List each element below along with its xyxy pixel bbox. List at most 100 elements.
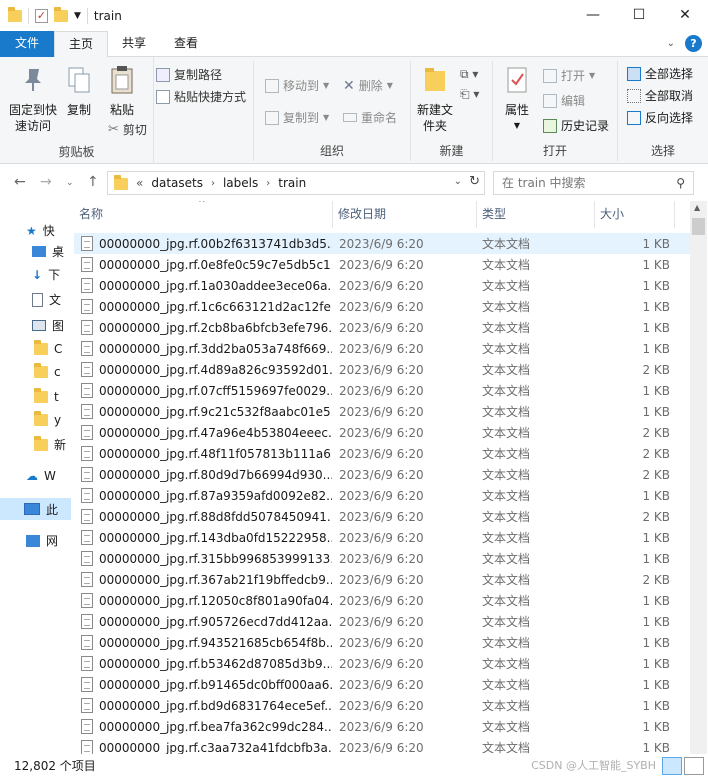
- edit-button[interactable]: 编辑: [543, 92, 585, 109]
- copy-button[interactable]: 复制: [62, 65, 96, 118]
- breadcrumb-train[interactable]: train: [278, 176, 306, 190]
- help-icon[interactable]: ?: [685, 35, 702, 52]
- table-row[interactable]: 00000000_jpg.rf.367ab21f19bffedcb9... 202…: [74, 569, 690, 590]
- chevron-down-icon[interactable]: ▼: [74, 11, 81, 21]
- scroll-thumb[interactable]: [692, 218, 705, 235]
- table-row[interactable]: 00000000_jpg.rf.bea7fa362c99dc284... 2023…: [74, 716, 690, 737]
- file-size: 1 KB: [642, 698, 670, 713]
- tab-view[interactable]: 查看: [160, 31, 212, 57]
- delete-button[interactable]: ✕ 删除 ▼: [343, 77, 393, 94]
- file-type: 文本文档: [482, 699, 531, 713]
- table-row[interactable]: 00000000_jpg.rf.87a9359afd0092e82... 2023…: [74, 485, 690, 506]
- vertical-scrollbar[interactable]: ▲: [690, 201, 707, 754]
- tab-file[interactable]: 文件: [0, 31, 55, 57]
- chevron-down-icon[interactable]: ⌄: [667, 38, 675, 49]
- table-row[interactable]: 00000000_jpg.rf.315bb996853999133... 2023…: [74, 548, 690, 569]
- table-row[interactable]: 00000000_jpg.rf.b91465dc0bff000aa6... 202…: [74, 674, 690, 695]
- nav-folder-y[interactable]: y: [34, 411, 61, 427]
- table-row[interactable]: 00000000_jpg.rf.47a96e4b53804eeec... 2023…: [74, 422, 690, 443]
- file-date: 2023/6/9 6:20: [339, 446, 424, 461]
- open-button[interactable]: 打开 ▼: [543, 67, 595, 84]
- table-row[interactable]: 00000000_jpg.rf.07cff5159697fe0029... 202…: [74, 380, 690, 401]
- large-icons-view-button[interactable]: [684, 757, 704, 775]
- table-row[interactable]: 00000000_jpg.rf.1a030addee3ece06a... 2023…: [74, 275, 690, 296]
- address-bar[interactable]: « datasets › labels › train ⌄ ↻: [107, 171, 485, 195]
- table-row[interactable]: 00000000_jpg.rf.00b2f6313741db3d5... 2023…: [74, 233, 690, 254]
- table-row[interactable]: 00000000_jpg.rf.1c6c663121d2ac12fe... 202…: [74, 296, 690, 317]
- nav-folder-c[interactable]: C: [34, 340, 62, 356]
- history-button[interactable]: 历史记录: [543, 117, 609, 134]
- chevron-right-icon[interactable]: ›: [211, 178, 215, 189]
- column-name[interactable]: 名称: [74, 201, 333, 228]
- copy-to-button[interactable]: 复制到 ▼: [265, 109, 329, 126]
- column-type[interactable]: 类型: [477, 201, 595, 228]
- column-date-modified[interactable]: 修改日期: [333, 201, 477, 228]
- column-size[interactable]: 大小: [595, 201, 675, 228]
- paste-shortcut-button[interactable]: 粘贴快捷方式: [156, 88, 246, 105]
- nav-folder-c2[interactable]: c: [34, 363, 61, 379]
- invert-selection-icon: [627, 110, 641, 125]
- table-row[interactable]: 00000000_jpg.rf.bd9d6831764ece5ef... 2023…: [74, 695, 690, 716]
- breadcrumb-labels[interactable]: labels: [223, 176, 258, 190]
- details-view-button[interactable]: [662, 757, 682, 775]
- recent-locations-button[interactable]: ⌄: [66, 178, 74, 188]
- breadcrumb-datasets[interactable]: datasets: [151, 176, 203, 190]
- rename-button[interactable]: 重命名: [343, 109, 397, 126]
- new-folder-quick-icon[interactable]: [54, 6, 68, 22]
- table-row[interactable]: 00000000_jpg.rf.943521685cb654f8b... 2023…: [74, 632, 690, 653]
- table-row[interactable]: 00000000_jpg.rf.b53462d87085d3b9... 2023/…: [74, 653, 690, 674]
- table-row[interactable]: 00000000_jpg.rf.4d89a826c93592d01... 2023…: [74, 359, 690, 380]
- new-folder-button[interactable]: 新建文件夹: [412, 65, 458, 134]
- nav-folder-t[interactable]: t: [34, 388, 59, 404]
- scroll-up-icon[interactable]: ▲: [694, 203, 700, 212]
- tab-home[interactable]: 主页: [54, 31, 109, 58]
- nav-folder-new[interactable]: 新: [34, 435, 66, 453]
- select-none-button[interactable]: 全部取消: [627, 87, 693, 104]
- breadcrumb-overflow[interactable]: «: [136, 176, 143, 190]
- table-row[interactable]: 00000000_jpg.rf.c3aa732a41fdcbfb3a... 202…: [74, 737, 690, 754]
- nav-desktop[interactable]: 桌: [32, 243, 64, 260]
- tab-share[interactable]: 共享: [108, 31, 160, 57]
- properties-quick-icon[interactable]: ✓: [35, 8, 48, 23]
- nav-onedrive[interactable]: ☁ W: [26, 469, 56, 483]
- file-date: 2023/6/9 6:20: [339, 698, 424, 713]
- table-row[interactable]: 00000000_jpg.rf.0e8fe0c59c7e5db5c1... 202…: [74, 254, 690, 275]
- up-button[interactable]: ↑: [87, 174, 99, 190]
- select-all-button[interactable]: 全部选择: [627, 65, 693, 82]
- table-row[interactable]: 00000000_jpg.rf.143dba0fd15222958... 2023…: [74, 527, 690, 548]
- chevron-down-icon[interactable]: ⌄: [454, 176, 462, 187]
- nav-this-pc[interactable]: 此: [0, 498, 71, 520]
- table-row[interactable]: 00000000_jpg.rf.12050c8f801a90fa04... 202…: [74, 590, 690, 611]
- close-button[interactable]: ✕: [662, 0, 708, 31]
- chevron-right-icon[interactable]: ›: [266, 178, 270, 189]
- minimize-button[interactable]: —: [570, 0, 616, 31]
- text-file-icon: [81, 299, 93, 314]
- file-size: 1 KB: [642, 740, 670, 755]
- forward-button[interactable]: →: [40, 174, 52, 190]
- search-input[interactable]: 在 train 中搜索 ⚲: [493, 171, 694, 195]
- table-row[interactable]: 00000000_jpg.rf.905726ecd7dd412aa... 2023…: [74, 611, 690, 632]
- nav-quick-access[interactable]: ★ 快: [26, 222, 55, 239]
- back-button[interactable]: ←: [14, 174, 26, 190]
- table-row[interactable]: 00000000_jpg.rf.3dd2ba053a748f669... 2023…: [74, 338, 690, 359]
- maximize-button[interactable]: ☐: [616, 0, 662, 31]
- refresh-icon[interactable]: ↻: [469, 174, 480, 189]
- invert-selection-button[interactable]: 反向选择: [627, 109, 693, 126]
- table-row[interactable]: 00000000_jpg.rf.9c21c532f8aabc01e5... 202…: [74, 401, 690, 422]
- pin-quick-access-button[interactable]: 固定到快速访问: [6, 65, 60, 134]
- nav-network[interactable]: 网: [26, 532, 58, 549]
- table-row[interactable]: 00000000_jpg.rf.88d8fdd5078450941... 2023…: [74, 506, 690, 527]
- easy-access-icon[interactable]: ⎗ ▾: [460, 87, 479, 102]
- table-row[interactable]: 00000000_jpg.rf.48f11f057813b111a6... 202…: [74, 443, 690, 464]
- move-to-button[interactable]: 移动到 ▼: [265, 77, 329, 94]
- nav-documents[interactable]: 文: [32, 291, 61, 308]
- table-row[interactable]: 00000000_jpg.rf.2cb8ba6bfcb3efe796... 202…: [74, 317, 690, 338]
- paste-button[interactable]: 粘贴: [102, 65, 142, 118]
- nav-downloads[interactable]: ↓ 下: [32, 266, 60, 283]
- cut-button[interactable]: ✂ 剪切: [108, 121, 147, 138]
- copy-path-button[interactable]: 复制路径: [156, 66, 222, 83]
- nav-pictures[interactable]: 图: [32, 317, 64, 334]
- table-row[interactable]: 00000000_jpg.rf.80d9d7b66994d930... 2023/…: [74, 464, 690, 485]
- properties-button[interactable]: 属性 ▼: [497, 65, 537, 134]
- new-item-icon[interactable]: ⧉ ▾: [460, 67, 478, 82]
